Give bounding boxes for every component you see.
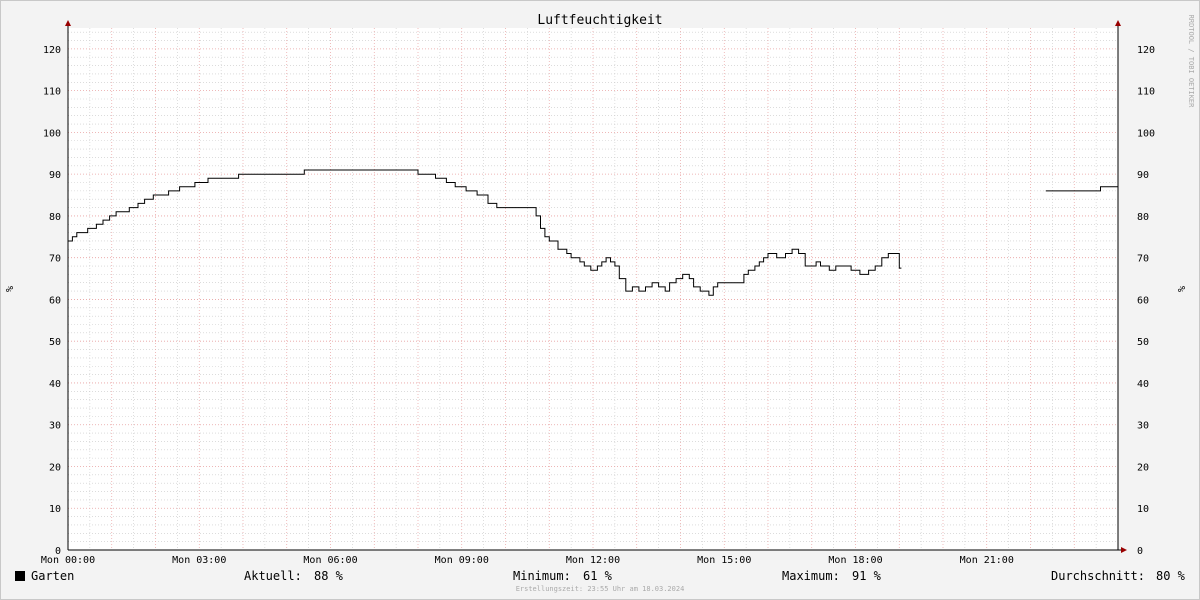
y-tick-label-right: 0 [1137, 546, 1143, 557]
x-tick-label: Mon 18:00 [828, 555, 882, 566]
y-axis-label-left: % [5, 286, 16, 292]
y-tick-label-left: 80 [49, 212, 61, 223]
y-tick-label-left: 20 [49, 462, 61, 473]
x-tick-label: Mon 06:00 [303, 555, 357, 566]
y-tick-label-right: 40 [1137, 379, 1149, 390]
average-value: 80 % [1156, 569, 1185, 583]
maximum-value: 91 % [852, 569, 881, 583]
watermark-text: RRDTOOL / TOBI OETIKER [1187, 15, 1195, 109]
minimum-label: Minimum: [513, 569, 571, 583]
y-tick-label-left: 120 [43, 45, 61, 56]
y-tick-label-right: 110 [1137, 87, 1155, 98]
x-tick-label: Mon 15:00 [697, 555, 751, 566]
x-tick-label: Mon 00:00 [41, 555, 95, 566]
grid [68, 28, 1118, 551]
current-label: Aktuell: [244, 569, 302, 583]
y-tick-label-right: 50 [1137, 337, 1149, 348]
y-tick-label-left: 100 [43, 128, 61, 139]
legend-label: Garten [31, 569, 75, 583]
y-tick-label-right: 60 [1137, 295, 1149, 306]
humidity-chart: 0 010 1020 2030 3040 4050 5060 6070 7080 8090 9010… [5, 13, 1195, 566]
y-tick-label-left: 70 [49, 254, 61, 265]
creation-time: Erstellungszeit: 23:55 Uhr am 18.03.2024 [515, 585, 685, 593]
minimum-value: 61 % [583, 569, 612, 583]
y-tick-label-right: 80 [1137, 212, 1149, 223]
y-tick-label-left: 110 [43, 87, 61, 98]
chart-title: Luftfeuchtigkeit [537, 13, 662, 28]
y-tick-label-right: 10 [1137, 504, 1149, 515]
legend-footer: Garten Aktuell: 88 % Minimum: 61 % Maxim… [1, 567, 1199, 587]
y-tick-label-left: 50 [49, 337, 61, 348]
y-tick-label-left: 90 [49, 170, 61, 181]
x-tick-label: Mon 21:00 [960, 555, 1014, 566]
y-tick-label-right: 30 [1137, 421, 1149, 432]
y-tick-label-left: 60 [49, 295, 61, 306]
y-tick-label-right: 90 [1137, 170, 1149, 181]
y-tick-label-right: 20 [1137, 462, 1149, 473]
chart-frame: 0 0 10 10 20 20 30 30 40 40 50 50 60 60 70 70 80 80 90 90 10… [0, 0, 1200, 600]
y-axis-arrow-right [1115, 20, 1121, 26]
current-value: 88 % [314, 569, 343, 583]
x-tick-label: Mon 09:00 [435, 555, 489, 566]
y-tick-label-left: 30 [49, 421, 61, 432]
x-axis-arrow [1121, 547, 1127, 553]
y-tick-label-right: 100 [1137, 128, 1155, 139]
average-label: Durchschnitt: [1051, 569, 1145, 583]
maximum-label: Maximum: [782, 569, 840, 583]
y-tick-label-left: 10 [49, 504, 61, 515]
legend-swatch [15, 571, 25, 581]
y-tick-label-right: 120 [1137, 45, 1155, 56]
y-tick-label-left: 40 [49, 379, 61, 390]
x-tick-label: Mon 03:00 [172, 555, 226, 566]
y-axis-arrow-left [65, 20, 71, 26]
y-axis-label-right: % [1177, 286, 1188, 292]
x-tick-label: Mon 12:00 [566, 555, 620, 566]
y-tick-label-right: 70 [1137, 254, 1149, 265]
